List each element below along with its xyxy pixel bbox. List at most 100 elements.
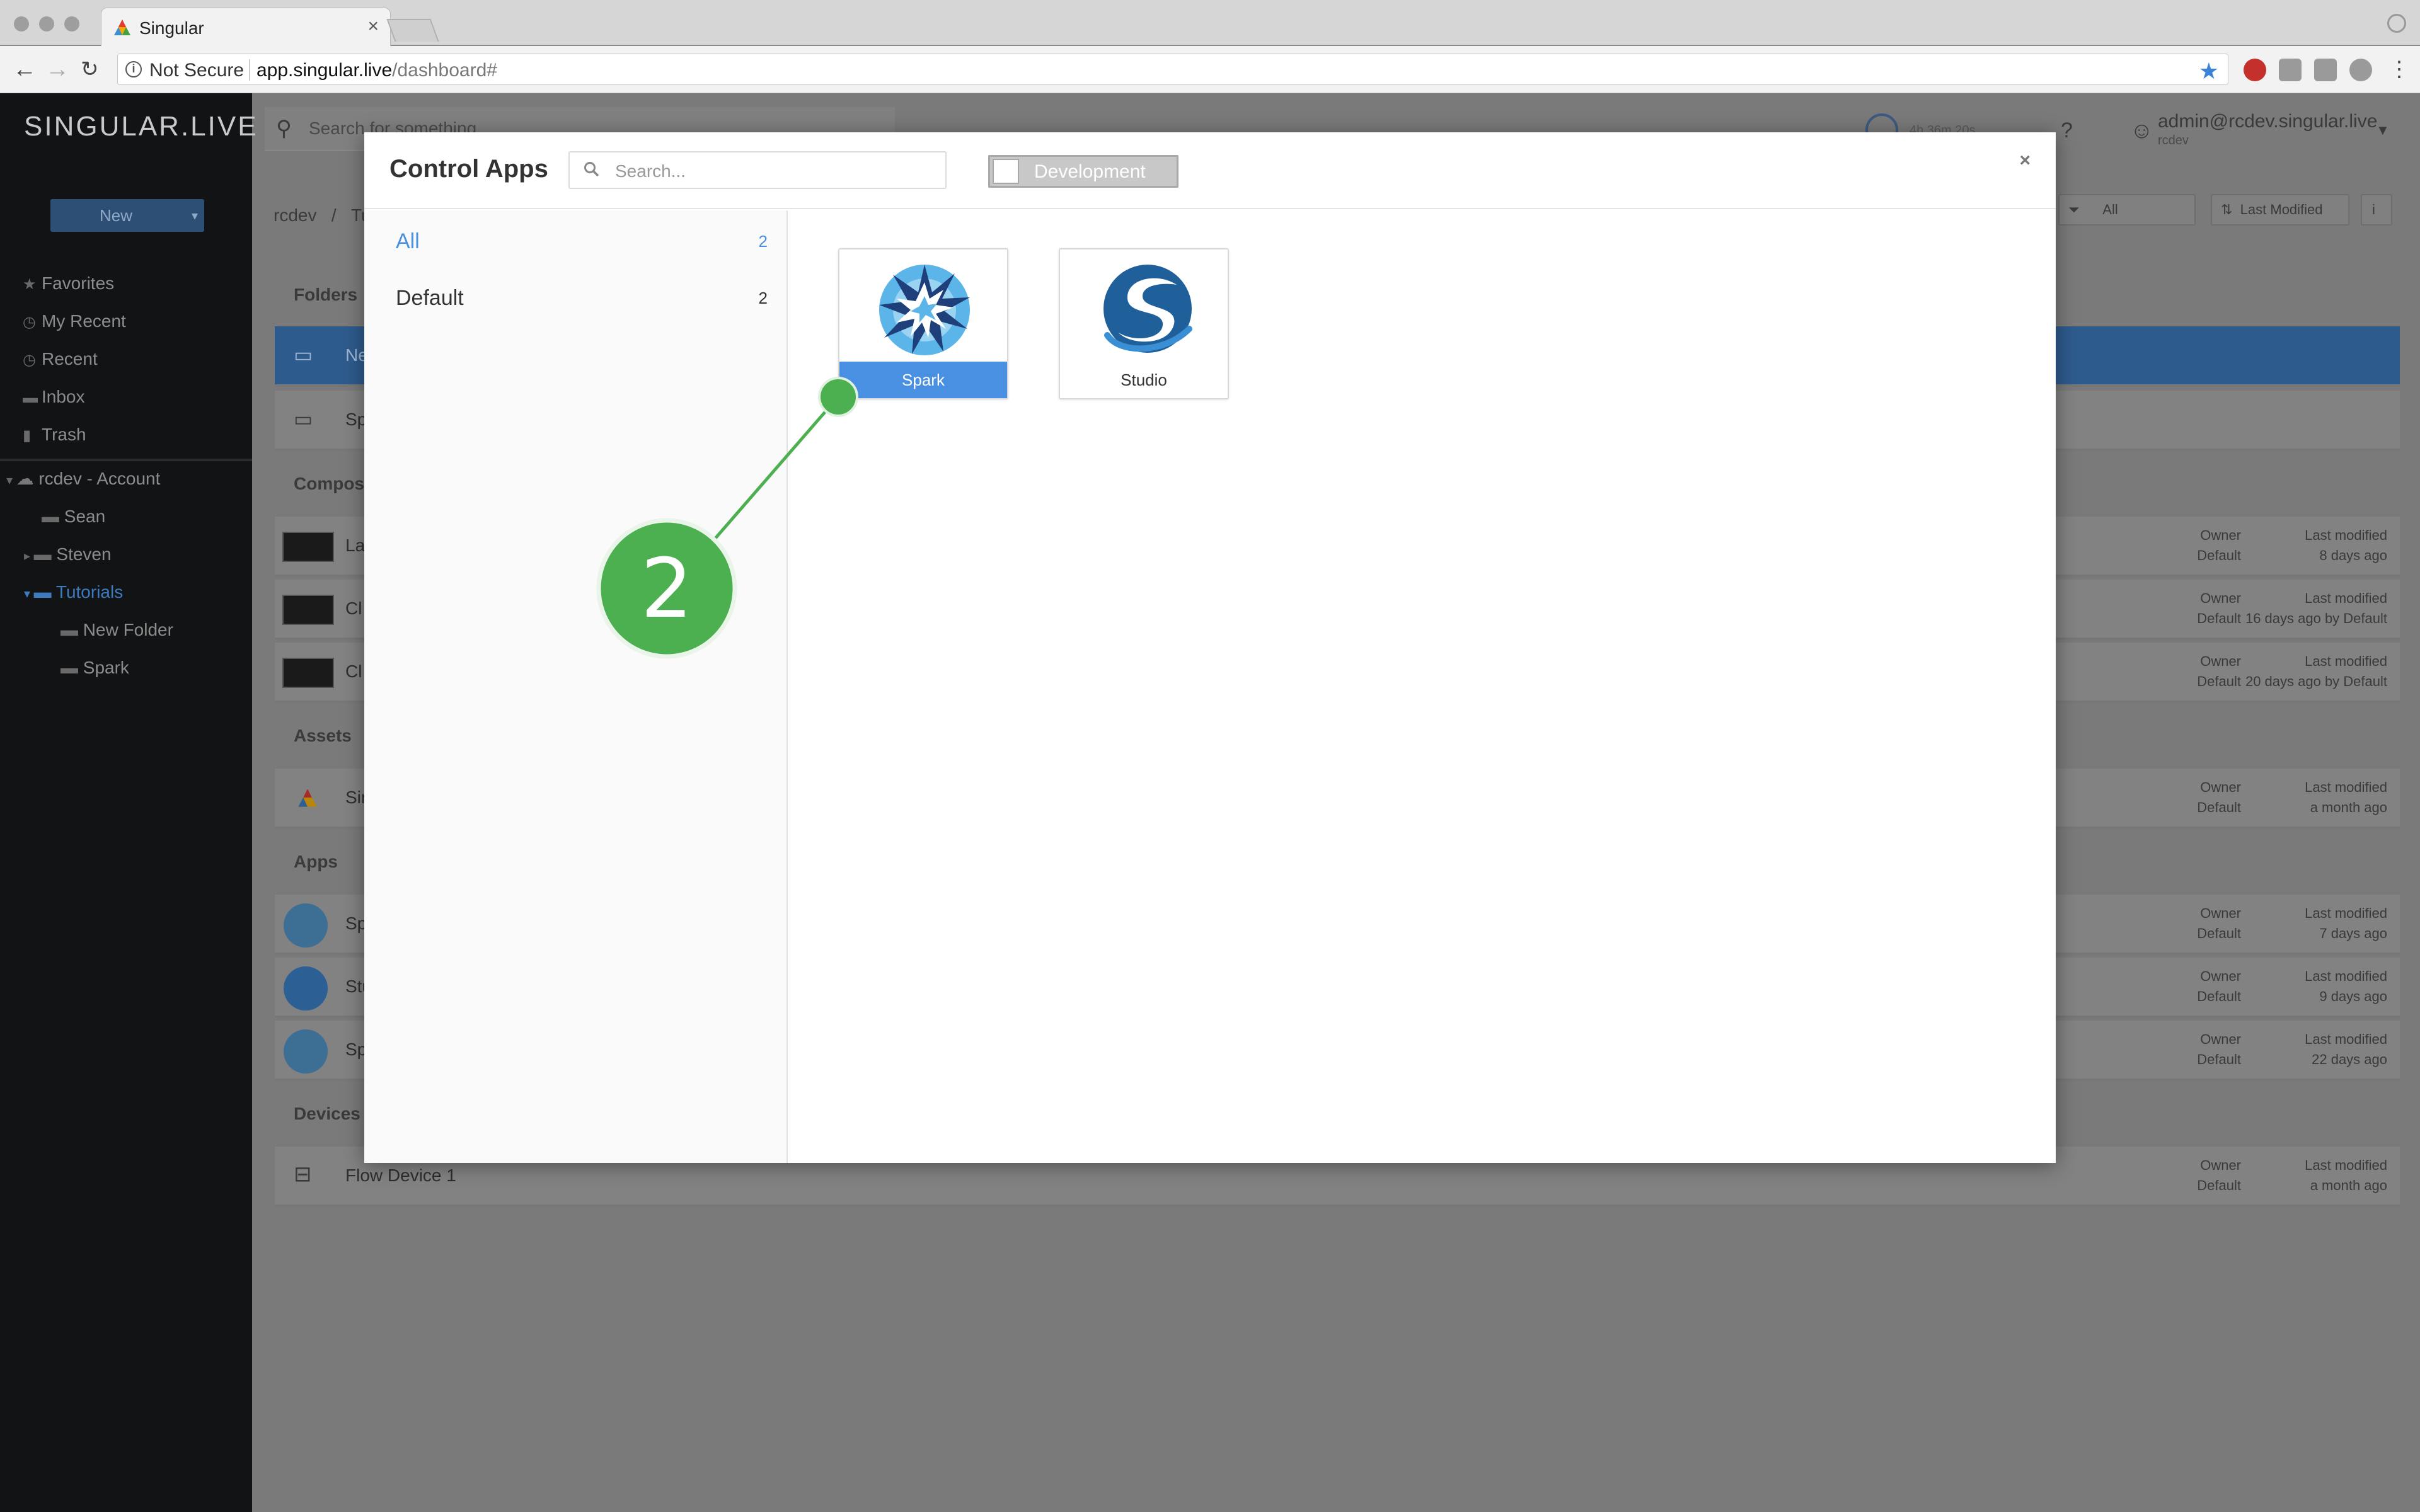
window-zoom-button[interactable] — [64, 16, 79, 32]
category-name: Default — [396, 286, 464, 310]
type-filter-dropdown[interactable]: ⏷ All — [2058, 194, 2196, 226]
tab-close-button[interactable]: × — [367, 16, 379, 37]
address-bar[interactable]: i Not Secure app.singular.live/dashboard… — [117, 54, 2228, 85]
folder-icon: ▬ — [42, 507, 64, 526]
sort-dropdown[interactable]: ⇅ Last Modified — [2211, 194, 2349, 226]
section-apps: Apps — [294, 852, 338, 871]
tree-item-sean[interactable]: ▬ Sean — [42, 504, 105, 529]
folder-icon: ▬ — [60, 620, 83, 639]
sidebar-item-recent[interactable]: ◷ Recent — [23, 346, 98, 372]
tree-item-label: Sean — [64, 507, 106, 526]
chevron-down-icon[interactable]: ▾ — [192, 208, 198, 224]
sort-value: Last Modified — [2240, 202, 2323, 217]
studio-logo-icon — [1103, 265, 1192, 353]
extension-icon[interactable] — [2314, 59, 2337, 81]
development-toggle[interactable]: Development — [988, 155, 1178, 188]
category-count: 2 — [758, 232, 768, 251]
omnibox-divider — [249, 59, 250, 81]
search-icon — [584, 162, 599, 177]
account-label: rcdev - Account — [38, 469, 161, 488]
tree-item-tutorials[interactable]: ▾ ▬ Tutorials — [24, 580, 123, 605]
sidebar-item-my-recent[interactable]: ◷ My Recent — [23, 309, 126, 334]
category-name: All — [396, 229, 420, 253]
sidebar-item-trash[interactable]: ▮ Trash — [23, 422, 86, 447]
sidebar-item-label: Inbox — [42, 387, 85, 406]
user-avatar-icon[interactable]: ☺ — [2130, 117, 2153, 144]
bookmark-star-icon[interactable]: ★ — [2199, 58, 2219, 84]
modified-value: 20 days ago by Default — [2245, 673, 2387, 689]
sidebar-item-label: Favorites — [42, 273, 115, 293]
user-account: rcdev — [2158, 134, 2189, 147]
section-folders: Folders — [294, 285, 358, 304]
toggle-label: Development — [1034, 161, 1146, 182]
modal-title: Control Apps — [389, 155, 548, 183]
row-name: Flow Device 1 — [345, 1166, 456, 1185]
breadcrumb-root[interactable]: rcdev — [274, 205, 316, 225]
new-tab-button[interactable] — [386, 19, 439, 42]
modified-cell: Last modified 7 days ago — [2165, 903, 2387, 944]
sidebar-item-inbox[interactable]: ▬ Inbox — [23, 384, 85, 410]
sidebar-divider — [0, 459, 252, 461]
chevron-down-icon[interactable]: ▼ — [2376, 122, 2390, 139]
folder-icon: ▭ — [294, 408, 313, 430]
chevron-down-icon[interactable]: ▾ — [24, 587, 34, 601]
app-card-label: Studio — [1121, 370, 1167, 389]
modified-label: Last modified — [2305, 1031, 2387, 1047]
section-devices: Devices — [294, 1104, 360, 1123]
breadcrumb: rcdev / Tu — [274, 205, 371, 226]
browser-menu-icon[interactable]: ⋮ — [2388, 57, 2410, 81]
browser-profile-icon[interactable] — [2387, 14, 2406, 33]
url-host: app.singular.live — [256, 60, 393, 81]
sidebar-item-label: My Recent — [42, 311, 126, 331]
reload-icon[interactable]: ↻ — [81, 57, 99, 81]
sidebar-item-favorites[interactable]: ★ Favorites — [23, 271, 114, 296]
user-email[interactable]: admin@rcdev.singular.live — [2158, 111, 2377, 132]
chevron-down-icon[interactable]: ▾ — [6, 474, 16, 488]
window-close-button[interactable] — [14, 16, 29, 32]
close-icon[interactable]: × — [2019, 150, 2031, 171]
tree-item-label: Tutorials — [55, 582, 124, 602]
chevron-right-icon[interactable]: ▸ — [24, 549, 34, 563]
modal-search-placeholder: Search... — [615, 161, 686, 181]
url-text: app.singular.live/dashboard# — [256, 60, 497, 81]
modified-label: Last modified — [2305, 590, 2387, 606]
app-card-spark[interactable]: Spark — [838, 248, 1008, 399]
search-icon: ⚲ — [276, 117, 292, 140]
info-button[interactable]: i — [2361, 194, 2392, 226]
callout-step-number: 2 — [640, 541, 693, 636]
tree-item-label: Steven — [56, 544, 112, 564]
modified-label: Last modified — [2305, 779, 2387, 795]
forward-arrow-icon[interactable]: → — [45, 57, 69, 81]
spark-logo-icon — [879, 265, 970, 355]
spark-logo-icon — [284, 1029, 328, 1074]
sidebar-account[interactable]: ▾ ☁ rcdev - Account — [6, 466, 160, 491]
pinterest-extension-icon[interactable] — [2244, 59, 2266, 81]
browser-toolbar: ← → ↻ i Not Secure app.singular.live/das… — [0, 46, 2420, 93]
tree-item-spark[interactable]: ▬ Spark — [60, 655, 129, 680]
back-arrow-icon[interactable]: ← — [13, 57, 37, 81]
modified-label: Last modified — [2305, 968, 2387, 984]
modal-search-input[interactable]: Search... — [568, 151, 947, 189]
new-button[interactable]: New ▾ — [50, 199, 204, 232]
cloud-icon: ☁ — [16, 469, 39, 488]
category-default[interactable]: Default 2 — [396, 280, 768, 318]
filter-icon: ⏷ — [2068, 202, 2080, 217]
app-card-studio[interactable]: Studio — [1059, 248, 1229, 399]
row-name: Cl — [345, 598, 362, 618]
tree-item-steven[interactable]: ▸ ▬ Steven — [24, 542, 112, 567]
modified-label: Last modified — [2305, 653, 2387, 669]
site-info-icon[interactable]: i — [125, 61, 142, 77]
extension-icon[interactable] — [2279, 59, 2302, 81]
tab-title: Singular — [139, 18, 204, 38]
tree-item-new-folder[interactable]: ▬ New Folder — [60, 617, 173, 643]
extension-icon[interactable] — [2349, 59, 2372, 81]
category-all[interactable]: All 2 — [396, 223, 768, 261]
modified-value: 16 days ago by Default — [2245, 610, 2387, 626]
window-minimize-button[interactable] — [39, 16, 54, 32]
help-icon[interactable]: ? — [2061, 118, 2073, 143]
section-compositions: Composi — [294, 474, 369, 493]
browser-tab[interactable]: Singular × — [101, 8, 391, 47]
composition-thumbnail — [282, 532, 334, 562]
security-label: Not Secure — [149, 60, 245, 81]
modified-cell: Last modified a month ago — [2165, 1155, 2387, 1196]
